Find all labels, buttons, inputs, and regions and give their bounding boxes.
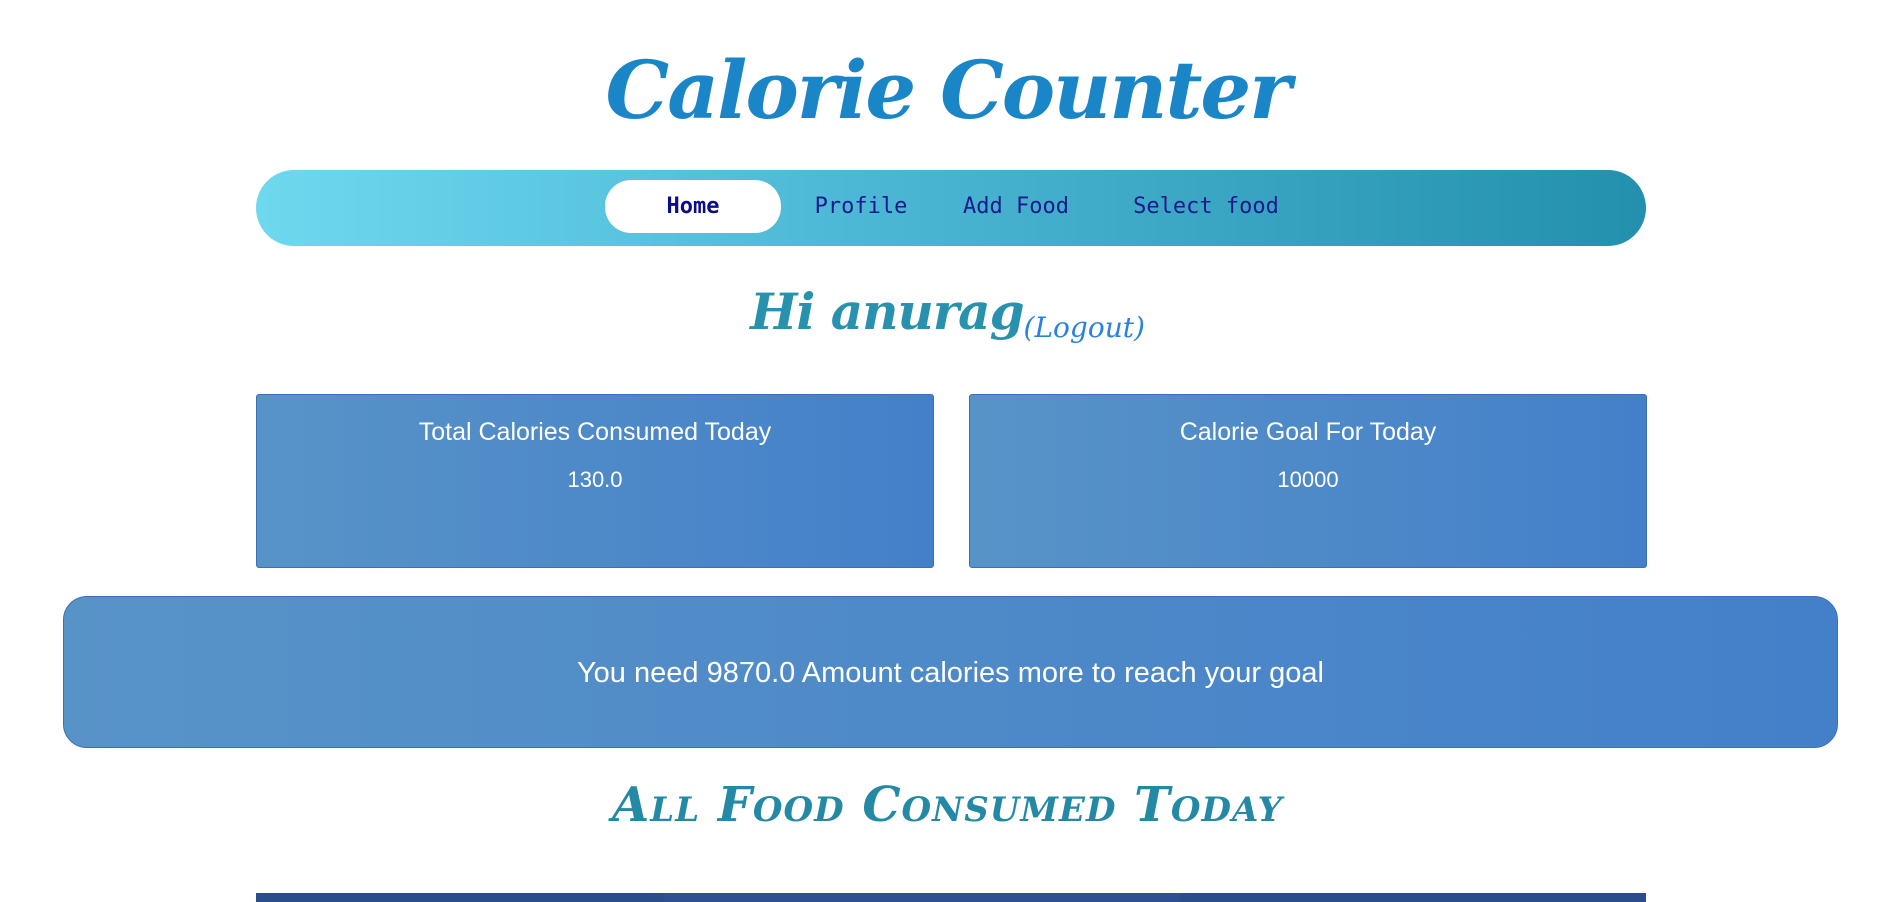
food-table-header (256, 893, 1646, 902)
goal-value: 10000 (1277, 467, 1339, 492)
consumed-value: 130.0 (567, 467, 623, 492)
goal-card: Calorie Goal For Today 10000 (969, 394, 1647, 568)
table-header-col-3 (1180, 893, 1646, 902)
consumed-title: Total Calories Consumed Today (418, 418, 772, 446)
table-header-col-1 (256, 893, 664, 902)
nav-profile[interactable]: Profile (796, 180, 926, 233)
nav-bar: Home Profile Add Food Select food (256, 170, 1646, 246)
page: Calorie Counter Home Profile Add Food Se… (0, 0, 1895, 902)
app-title: Calorie Counter (605, 43, 1292, 137)
remaining-banner: You need 9870.0 Amount calories more to … (63, 596, 1838, 748)
nav-select-food[interactable]: Select food (1106, 180, 1306, 233)
section-title: All Food Consumed Today (612, 777, 1283, 833)
nav-add-food[interactable]: Add Food (941, 180, 1091, 233)
logout-link[interactable]: (Logout) (1024, 311, 1145, 344)
greeting-text: Hi anurag (750, 282, 1024, 341)
consumed-card: Total Calories Consumed Today 130.0 (256, 394, 934, 568)
goal-title: Calorie Goal For Today (1179, 418, 1437, 446)
greeting: Hi anurag(Logout) (0, 282, 1895, 344)
table-header-col-2 (664, 893, 1180, 902)
nav-home[interactable]: Home (605, 180, 781, 233)
